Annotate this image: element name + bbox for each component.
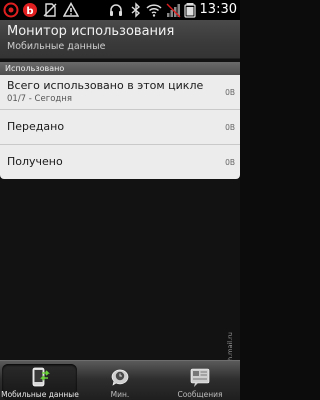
received-label: Получено: [7, 155, 63, 168]
wifi-icon: [146, 4, 162, 17]
total-usage-label: Всего использовано в этом цикле: [7, 79, 204, 92]
headset-icon: [110, 4, 122, 16]
total-usage-value: 0B: [225, 88, 235, 97]
app-notification-icon: [3, 2, 19, 18]
total-usage-period: 01/7 - Сегодня: [7, 94, 72, 104]
page-title: Монитор использования: [7, 24, 175, 39]
tab-mobile-data[interactable]: Мобильные данные: [0, 361, 80, 400]
title-bar: Монитор использования Мобильные данные: [0, 20, 240, 59]
messages-icon: [190, 368, 210, 387]
list-item-received[interactable]: Получено 0B: [0, 145, 240, 179]
svg-text:b: b: [26, 6, 33, 17]
section-header: Использовано: [0, 62, 240, 75]
clock: 13:30: [199, 2, 237, 17]
battery-icon: [184, 3, 196, 18]
status-bar: b 13:30: [0, 0, 240, 20]
tab-mobile-data-label: Мобильные данные: [1, 390, 79, 399]
tab-minutes[interactable]: Мин.: [80, 361, 160, 400]
tab-messages-label: Сообщения: [177, 390, 223, 399]
tab-minutes-label: Мин.: [110, 390, 130, 399]
bluetooth-icon: [131, 2, 141, 18]
page-subtitle: Мобильные данные: [7, 41, 106, 52]
received-value: 0B: [225, 158, 235, 167]
bottom-tab-bar: Мобильные данные Мин. Сообщения: [0, 360, 240, 400]
sent-value: 0B: [225, 123, 235, 132]
section-header-label: Использовано: [5, 64, 65, 73]
beats-audio-icon: b: [23, 3, 37, 17]
usage-card: Использовано Всего использовано в этом ц…: [0, 62, 240, 179]
list-item-sent[interactable]: Передано 0B: [0, 110, 240, 145]
warning-icon: [63, 2, 79, 17]
list-item-total-usage[interactable]: Всего использовано в этом цикле 01/7 - С…: [0, 75, 240, 110]
usage-monitor-screen: b 13:30 Монитор использования Мобильные …: [0, 0, 240, 400]
mobile-data-icon: [32, 367, 50, 387]
minutes-clock-icon: [111, 369, 129, 386]
no-sim-icon: [43, 3, 57, 17]
sent-label: Передано: [7, 120, 65, 133]
tab-messages[interactable]: Сообщения: [160, 361, 240, 400]
no-signal-icon: [166, 3, 181, 18]
